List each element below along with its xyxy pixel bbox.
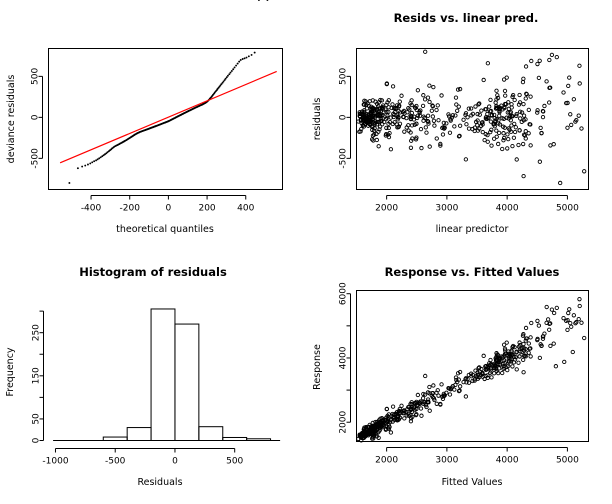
svg-text:0: 0 — [339, 114, 349, 120]
svg-text:250: 250 — [32, 324, 42, 341]
response-panel-title: Response vs. Fitted Values — [385, 265, 560, 279]
svg-text:-200: -200 — [120, 204, 141, 214]
panel-qq-plot: -400 -200 0 200 400 -500 0 500 theoretical quan… — [0, 0, 306, 252]
svg-text:3000: 3000 — [435, 204, 458, 214]
svg-text:150: 150 — [32, 367, 42, 384]
svg-text:500: 500 — [31, 68, 41, 85]
svg-text:0: 0 — [31, 114, 41, 120]
qq-x-axis-label: theoretical quantiles — [116, 224, 214, 235]
residuals-x-axis-label: linear predictor — [436, 224, 509, 235]
svg-text:5000: 5000 — [556, 456, 579, 466]
svg-text:2000: 2000 — [375, 456, 398, 466]
qq-y-axis-label: deviance residuals — [6, 75, 17, 164]
svg-text:0: 0 — [172, 457, 178, 467]
panel-histogram-of-residuals: Histogram of residuals -1000 -500 0 500 0 50 1… — [0, 252, 306, 504]
svg-text:500: 500 — [339, 68, 349, 85]
svg-text:6000: 6000 — [339, 282, 349, 305]
svg-text:3000: 3000 — [435, 456, 458, 466]
residuals-y-axis-label: residuals — [312, 98, 323, 141]
svg-text:500: 500 — [226, 457, 243, 467]
svg-text:200: 200 — [198, 204, 215, 214]
histogram-x-axis-label: Residuals — [137, 477, 182, 488]
svg-text:-1000: -1000 — [42, 457, 68, 467]
residuals-panel-title: Resids vs. linear pred. — [394, 11, 539, 25]
response-x-axis-label: Fitted Values — [442, 477, 503, 488]
svg-text:4000: 4000 — [339, 346, 349, 369]
svg-text:0: 0 — [166, 204, 172, 214]
panel-response-vs-fitted-values: Response vs. Fitted Values 2000 3000 4000 5… — [306, 252, 612, 504]
svg-text:-500: -500 — [339, 148, 349, 169]
svg-text:400: 400 — [237, 204, 254, 214]
histogram-panel-title: Histogram of residuals — [79, 265, 227, 279]
svg-text:-500: -500 — [105, 457, 126, 467]
svg-text:2000: 2000 — [339, 410, 349, 433]
svg-text:4000: 4000 — [496, 456, 519, 466]
panel-residuals-vs-linear-predictor: Resids vs. linear pred. 2000 3000 4000 5000… — [306, 0, 612, 252]
diagnostic-plot-grid: -400 -200 0 200 400 -500 0 500 theoretical quan… — [0, 0, 612, 504]
svg-text:-400: -400 — [81, 204, 102, 214]
svg-text:50: 50 — [32, 413, 42, 425]
svg-text:-500: -500 — [31, 148, 41, 169]
response-y-axis-label: Response — [312, 344, 323, 390]
svg-text:2000: 2000 — [375, 204, 398, 214]
histogram-y-axis-label: Frequency — [5, 347, 16, 396]
svg-text:4000: 4000 — [496, 204, 519, 214]
svg-text:0: 0 — [32, 437, 42, 443]
svg-text:5000: 5000 — [556, 204, 579, 214]
